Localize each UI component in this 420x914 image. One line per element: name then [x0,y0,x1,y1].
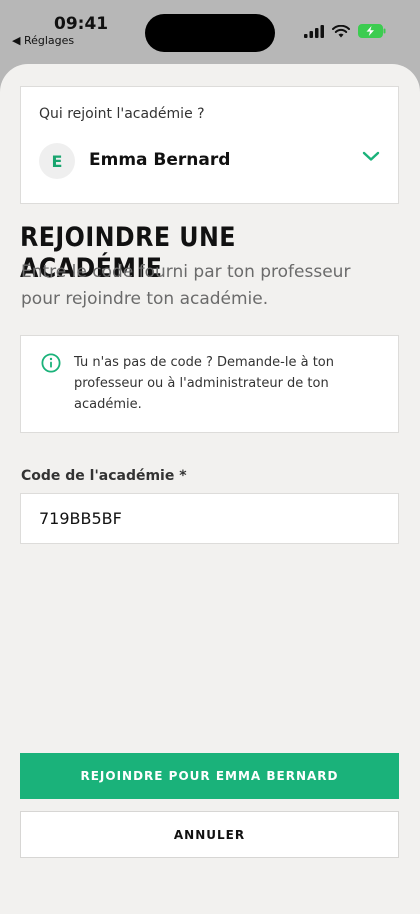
academy-code-input[interactable] [20,493,399,544]
wifi-icon [332,24,350,37]
avatar-initial: E [51,151,63,171]
info-text: Tu n'as pas de code ? Demande-le à ton p… [74,355,334,412]
academy-code-label: Code de l'académie * [21,468,187,484]
member-selector[interactable]: Qui rejoint l'académie ? E Emma Bernard [20,86,399,204]
info-callout: Tu n'as pas de code ? Demande-le à ton p… [20,335,399,433]
cancel-button[interactable]: ANNULER [20,811,399,858]
back-to-settings-link[interactable]: ◀ Réglages [12,34,74,47]
status-time: 09:41 [54,14,109,34]
join-button[interactable]: REJOINDRE POUR EMMA BERNARD [20,753,399,799]
selected-member-name: Emma Bernard [89,150,231,170]
status-icons [304,24,386,38]
signal-icon [304,24,324,38]
bottom-sheet: Qui rejoint l'académie ? E Emma Bernard … [0,64,420,914]
status-bar: 09:41 ◀ Réglages [0,0,420,64]
info-icon [41,353,61,373]
chevron-down-icon[interactable] [361,150,381,162]
avatar: E [39,143,75,179]
battery-charging-icon [358,24,386,38]
page-subtitle: Entre le code fourni par ton professeur … [21,262,351,309]
member-selector-label: Qui rejoint l'académie ? [39,106,205,122]
dynamic-island [145,14,275,52]
